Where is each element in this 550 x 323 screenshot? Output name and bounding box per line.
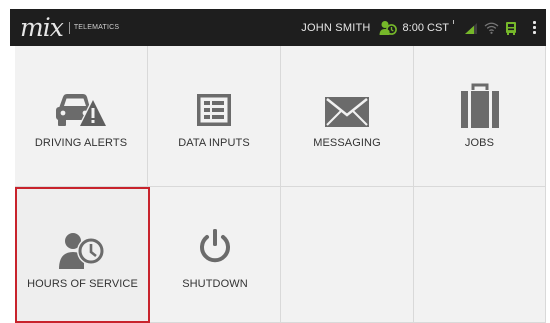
driving-alert-icon	[56, 94, 108, 127]
app-grid: DRIVING ALERTS DATA INPUTS MESSAGING JOB…	[15, 46, 546, 323]
driver-name[interactable]: JOHN SMITH	[301, 22, 370, 34]
logo-divider	[68, 21, 70, 34]
tile-shutdown[interactable]: SHUTDOWN	[150, 187, 281, 323]
tile-label: DATA INPUTS	[178, 137, 250, 149]
driver-status-icon[interactable]	[379, 20, 397, 36]
tile-hours-of-service[interactable]: HOURS OF SERVICE	[15, 187, 150, 323]
signal-icon	[464, 22, 478, 34]
briefcase-icon	[460, 83, 499, 128]
mix-telematics-logo: mix TELEMATICS	[20, 12, 119, 43]
tile-jobs[interactable]: JOBS	[414, 46, 546, 187]
tile-empty-2	[414, 187, 546, 323]
hours-of-service-icon	[58, 233, 105, 269]
tile-empty-1	[281, 187, 414, 323]
wifi-icon	[484, 22, 499, 34]
status-bar: mix TELEMATICS JOHN SMITH 8:00 CST	[10, 9, 546, 46]
logo-text: TELEMATICS	[73, 24, 120, 31]
data-inputs-icon	[197, 94, 231, 126]
tile-label: MESSAGING	[313, 137, 381, 149]
envelope-icon	[325, 97, 369, 127]
app-screen: mix TELEMATICS JOHN SMITH 8:00 CST DRIVI…	[0, 0, 550, 323]
power-icon	[200, 229, 230, 263]
clock-time: 8:00 CST	[402, 21, 449, 34]
tile-messaging[interactable]: MESSAGING	[281, 46, 414, 187]
tile-driving-alerts[interactable]: DRIVING ALERTS	[15, 46, 148, 187]
logo-mark: mix	[20, 13, 64, 42]
tile-label: SHUTDOWN	[182, 278, 248, 290]
tile-data-inputs[interactable]: DATA INPUTS	[148, 46, 281, 187]
status-area: JOHN SMITH 8:00 CST	[301, 9, 546, 46]
overflow-menu-icon[interactable]	[533, 21, 536, 34]
tile-label: HOURS OF SERVICE	[27, 278, 138, 290]
tile-label: JOBS	[464, 137, 495, 149]
device-icon	[505, 21, 517, 35]
tile-label: DRIVING ALERTS	[34, 137, 128, 149]
divider-tick	[453, 19, 454, 24]
